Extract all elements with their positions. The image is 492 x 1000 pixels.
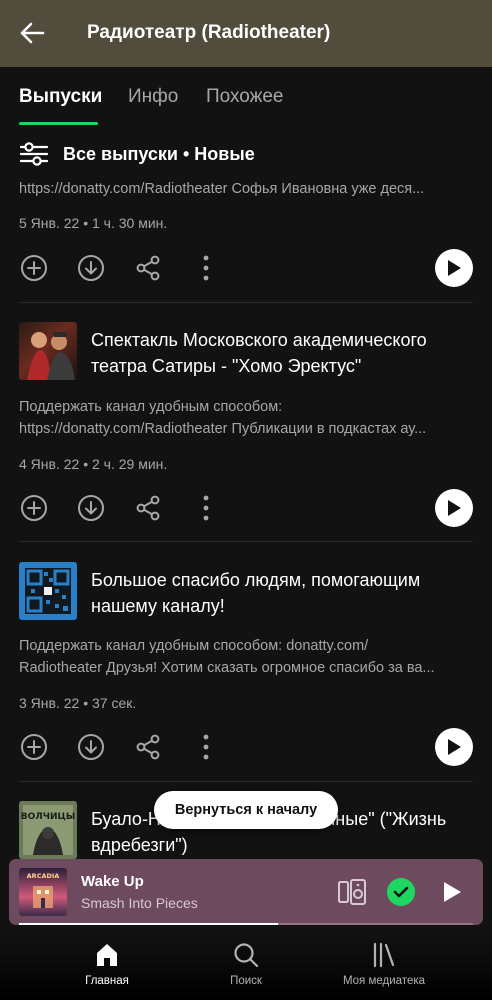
episode-description: Поддержать канал удобным способом: https… — [19, 399, 427, 437]
more-options-button[interactable] — [191, 253, 221, 283]
play-episode-button[interactable] — [435, 249, 473, 287]
plus-circle-icon — [21, 495, 47, 521]
download-episode-button[interactable] — [76, 493, 106, 523]
connect-device-button[interactable] — [337, 877, 367, 907]
episode-meta: 5 Янв. 22 • 1 ч. 30 мин. — [19, 215, 168, 231]
episode-actions — [19, 489, 473, 533]
download-episode-button[interactable] — [76, 732, 106, 762]
nav-search-label: Поиск — [230, 975, 262, 987]
playback-progress-fill — [19, 923, 278, 925]
nav-search[interactable]: Поиск — [186, 942, 306, 987]
library-icon — [373, 942, 395, 968]
episode-description: Поддержать канал удобным способом: donat… — [19, 638, 435, 676]
episode-meta: 3 Янв. 22 • 37 сек. — [19, 695, 137, 711]
episode-thumbnail — [19, 562, 77, 620]
divider — [19, 302, 473, 303]
filter-label: Все выпуски • Новые — [63, 143, 255, 164]
plus-circle-icon — [21, 255, 47, 281]
download-episode-button[interactable] — [76, 253, 106, 283]
nav-library[interactable]: Моя медиатека — [324, 942, 444, 987]
divider — [19, 541, 473, 542]
divider — [19, 781, 473, 782]
episode-filter-button[interactable]: Все выпуски • Новые — [19, 140, 255, 168]
play-icon — [448, 739, 461, 755]
share-episode-button[interactable] — [133, 253, 163, 283]
episode-item[interactable]: Большое спасибо людям, помогающим нашему… — [19, 562, 473, 782]
album-art: ARCADIA — [19, 868, 67, 916]
share-icon — [136, 495, 160, 521]
checkmark-icon — [393, 886, 409, 898]
more-vertical-icon — [203, 255, 209, 281]
back-button[interactable] — [16, 17, 48, 49]
active-tab-indicator — [19, 122, 98, 125]
tab-similar[interactable]: Похожее — [206, 86, 284, 108]
play-episode-button[interactable] — [435, 728, 473, 766]
track-artist: Smash Into Pieces — [81, 895, 198, 911]
episode-item[interactable]: https://donatty.com/Radiotheater Софья И… — [19, 178, 473, 302]
plus-circle-icon — [21, 734, 47, 760]
add-episode-button[interactable] — [19, 493, 49, 523]
episode-meta: 4 Янв. 22 • 2 ч. 29 мин. — [19, 456, 168, 472]
episode-title: Спектакль Московского академического теа… — [91, 330, 427, 376]
saved-to-library-button[interactable] — [387, 878, 415, 906]
play-icon — [448, 500, 461, 516]
nav-home-label: Главная — [85, 975, 129, 987]
top-app-bar: Радиотеатр (Radiotheater) — [0, 0, 492, 67]
add-episode-button[interactable] — [19, 253, 49, 283]
episode-actions — [19, 249, 473, 293]
share-icon — [136, 734, 160, 760]
play-icon — [448, 260, 461, 276]
more-options-button[interactable] — [191, 732, 221, 762]
share-episode-button[interactable] — [133, 493, 163, 523]
download-circle-icon — [78, 255, 104, 281]
track-title: Wake Up — [81, 873, 144, 890]
bottom-navigation: Главная Поиск Моя медиатека — [0, 930, 492, 1000]
episode-title: Большое спасибо людям, помогающим нашему… — [91, 570, 421, 616]
nav-library-label: Моя медиатека — [342, 975, 426, 987]
share-icon — [136, 255, 160, 281]
episode-actions — [19, 728, 473, 772]
page-title: Радиотеатр (Radiotheater) — [87, 22, 331, 43]
more-vertical-icon — [203, 734, 209, 760]
filter-sliders-icon — [19, 142, 49, 166]
tab-info[interactable]: Инфо — [128, 86, 178, 108]
svg-text:ARCADIA: ARCADIA — [27, 872, 60, 880]
mini-player[interactable]: ARCADIA Wake Up Smash Into Pieces — [9, 859, 483, 925]
speaker-devices-icon — [338, 879, 366, 905]
home-icon — [97, 944, 117, 966]
episode-item[interactable]: Спектакль Московского академического теа… — [19, 322, 473, 542]
tab-bar: Выпуски Инфо Похожее — [0, 67, 492, 127]
episode-thumbnail — [19, 322, 77, 380]
episode-description: https://donatty.com/Radiotheater Софья И… — [19, 181, 425, 197]
play-icon — [444, 882, 461, 902]
nav-home[interactable]: Главная — [47, 942, 167, 987]
playback-progress — [19, 923, 473, 925]
more-vertical-icon — [203, 495, 209, 521]
scroll-to-top-button[interactable]: Вернуться к началу — [154, 791, 338, 829]
episode-thumbnail: ВОЛЧИЦЫ — [19, 801, 77, 859]
tab-episodes[interactable]: Выпуски — [19, 86, 102, 108]
search-icon — [234, 943, 259, 968]
svg-text:ВОЛЧИЦЫ: ВОЛЧИЦЫ — [21, 812, 75, 822]
share-episode-button[interactable] — [133, 732, 163, 762]
add-episode-button[interactable] — [19, 732, 49, 762]
more-options-button[interactable] — [191, 493, 221, 523]
play-episode-button[interactable] — [435, 489, 473, 527]
arrow-left-icon — [20, 22, 45, 44]
download-circle-icon — [78, 495, 104, 521]
download-circle-icon — [78, 734, 104, 760]
mini-player-play-button[interactable] — [437, 877, 467, 907]
